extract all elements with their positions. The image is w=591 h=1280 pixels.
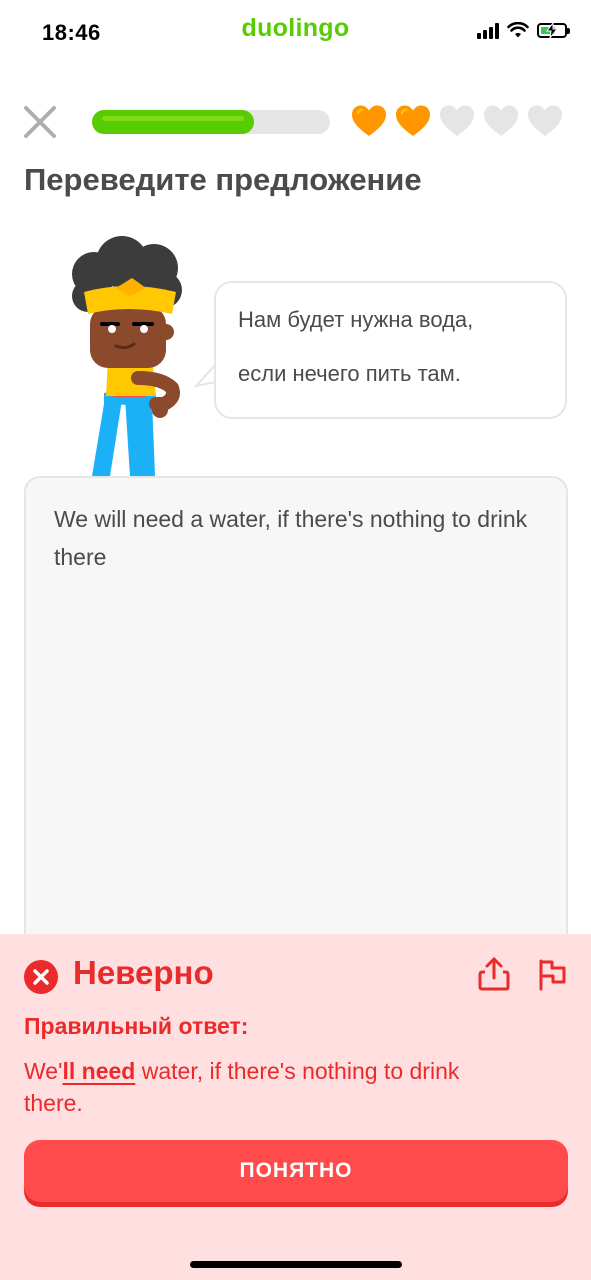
close-button[interactable]	[22, 104, 58, 140]
wifi-icon	[507, 22, 529, 38]
incorrect-icon	[24, 960, 58, 994]
lesson-progress-fill	[92, 110, 254, 134]
heart-empty-icon	[528, 105, 562, 136]
heart-filled-icon	[396, 105, 430, 136]
lesson-progress-bar	[92, 110, 330, 134]
feedback-status: Неверно	[73, 954, 214, 991]
correct-answer-prefix: We'	[24, 1058, 63, 1084]
signal-icon	[477, 22, 499, 39]
prompt-speech-bubble: Нам будет нужна вода, если нечего пить т…	[214, 281, 567, 419]
character-illustration	[72, 236, 182, 476]
report-button[interactable]	[536, 956, 568, 992]
status-icons	[477, 22, 570, 39]
prompt-text-line-2: если нечего пить там.	[238, 361, 461, 386]
close-icon	[24, 106, 56, 138]
correct-answer-label: Правильный ответ:	[24, 1013, 249, 1039]
share-button[interactable]	[477, 956, 511, 992]
got-it-button[interactable]: ПОНЯТНО	[24, 1140, 568, 1202]
answer-text: We will need a water, if there's nothing…	[54, 506, 528, 570]
share-icon	[478, 957, 510, 991]
heart-filled-icon	[352, 105, 386, 136]
hearts-indicator	[350, 104, 564, 138]
heart-empty-icon	[440, 105, 474, 136]
correct-answer-text: We'll need water, if there's nothing to …	[24, 1055, 494, 1119]
correct-answer-highlight: ll need	[62, 1058, 136, 1084]
battery-charging-icon	[537, 23, 570, 38]
home-indicator[interactable]	[190, 1261, 402, 1268]
flag-icon	[539, 959, 566, 991]
prompt-text-line-1: Нам будет нужна вода,	[238, 307, 474, 332]
page-title: Переведите предложение	[24, 162, 422, 197]
answer-input-area[interactable]: We will need a water, if there's nothing…	[24, 476, 568, 996]
heart-empty-icon	[484, 105, 518, 136]
